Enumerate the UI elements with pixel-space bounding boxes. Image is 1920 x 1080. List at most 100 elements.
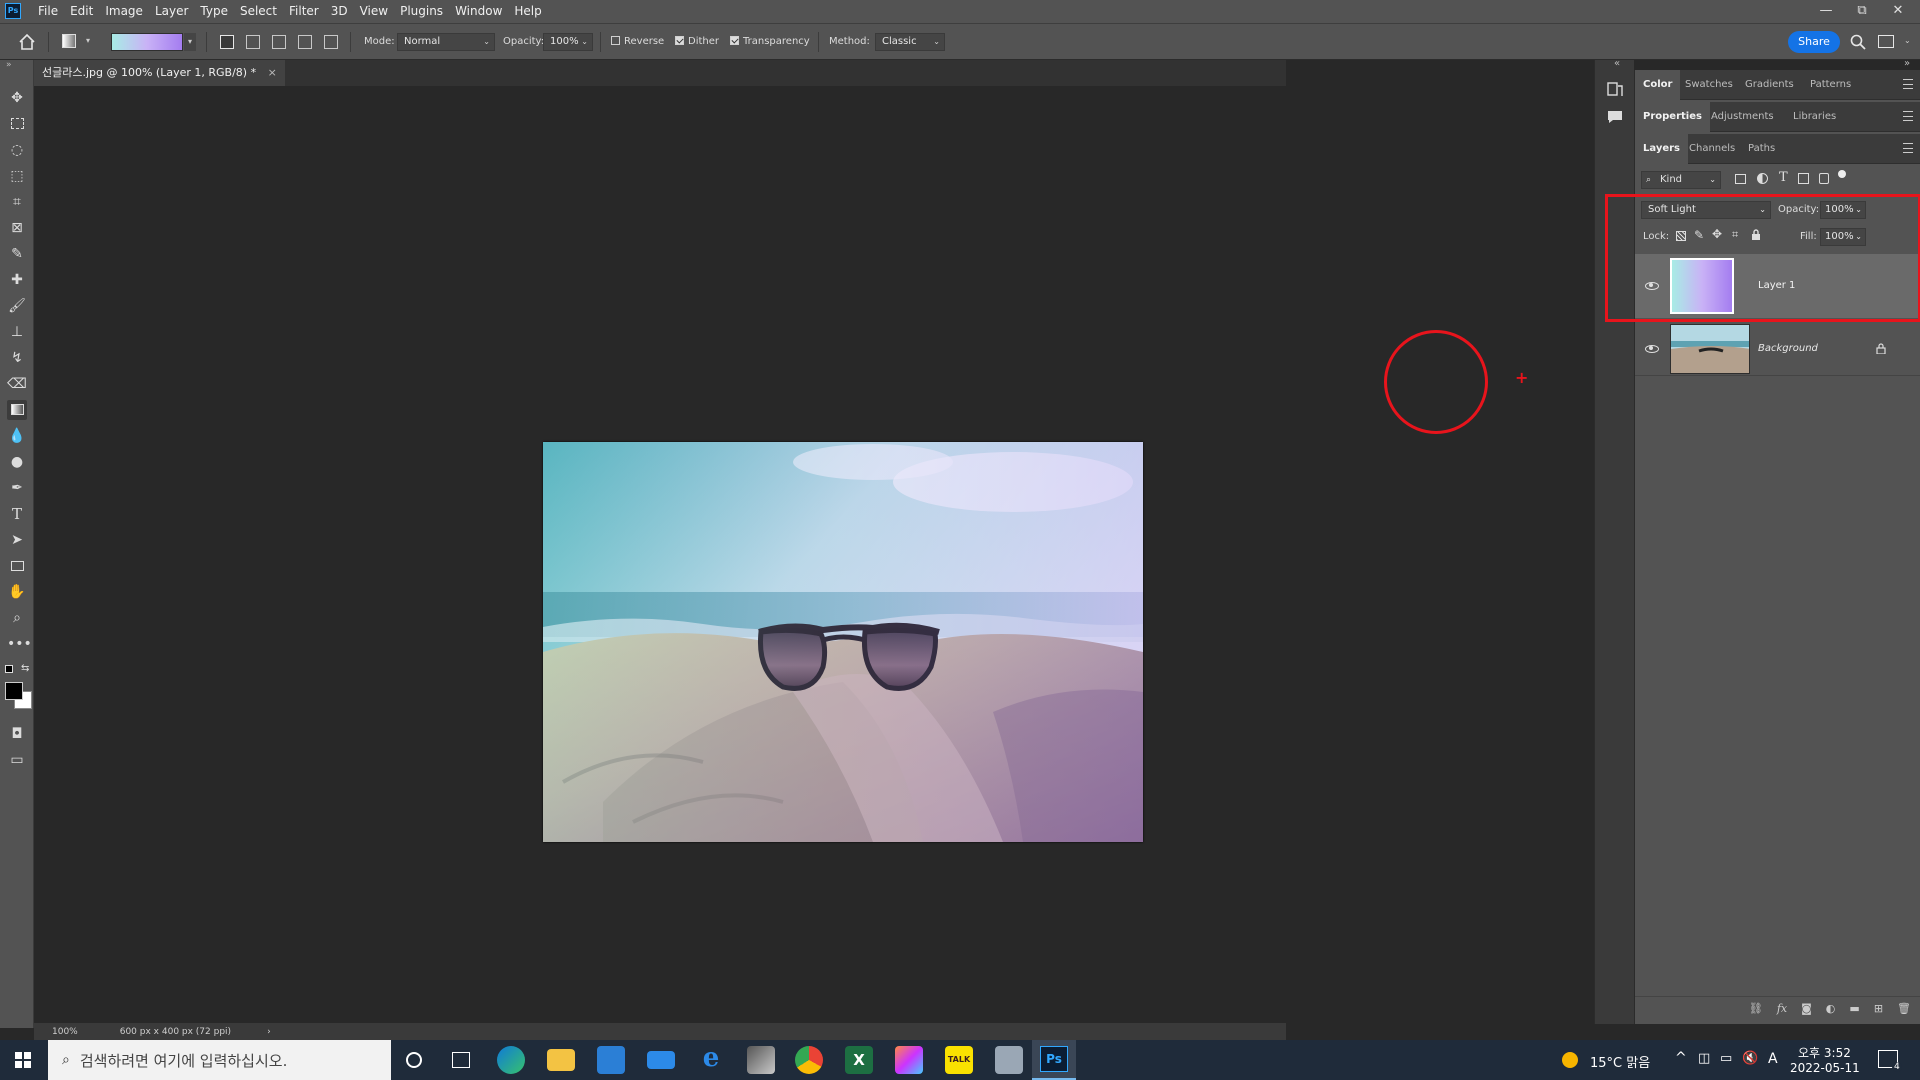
crop-tool-icon[interactable]: ⌗ [7, 192, 27, 212]
app-icon[interactable] [747, 1046, 775, 1074]
kakaotalk-icon[interactable]: TALK [945, 1046, 973, 1074]
eraser-tool-icon[interactable]: ⌫ [7, 374, 27, 394]
new-group-icon[interactable]: ▬ [1849, 1002, 1859, 1015]
linear-gradient-icon[interactable] [220, 35, 234, 49]
panel-menu-icon[interactable] [1903, 111, 1913, 121]
tab-paths[interactable]: Paths [1740, 134, 1783, 164]
tab-properties[interactable]: Properties [1635, 102, 1710, 132]
taskbar-time[interactable]: 오후 3:52 [1798, 1044, 1851, 1061]
marquee-tool-icon[interactable] [7, 114, 27, 134]
radial-gradient-icon[interactable] [246, 35, 260, 49]
photoshop-taskbar-button[interactable]: Ps [1032, 1040, 1076, 1080]
app-icon[interactable] [995, 1046, 1023, 1074]
workspace-icon[interactable] [1878, 35, 1894, 48]
screen-mode-icon[interactable]: ▭ [7, 750, 27, 770]
volume-muted-icon[interactable]: 🔇 [1742, 1051, 1758, 1066]
status-arrow-icon[interactable]: › [267, 1027, 271, 1037]
meeting-icon[interactable]: ◫ [1698, 1051, 1710, 1066]
reflected-gradient-icon[interactable] [298, 35, 312, 49]
new-adjustment-layer-icon[interactable]: ◐ [1826, 1002, 1836, 1015]
file-explorer-icon[interactable] [547, 1049, 575, 1071]
collapse-toolbar-icon[interactable]: » [6, 60, 12, 70]
hand-tool-icon[interactable]: ✋ [7, 582, 27, 602]
collapse-panels-icon[interactable]: « [1614, 58, 1620, 69]
menu-select[interactable]: Select [234, 0, 283, 23]
menu-window[interactable]: Window [449, 0, 508, 23]
mode-select[interactable]: Normal ⌄ [397, 33, 495, 51]
type-tool-icon[interactable]: T [7, 504, 27, 524]
visibility-eye-icon[interactable] [1645, 345, 1659, 353]
gradient-tool-icon[interactable] [7, 400, 27, 420]
transparency-checkbox[interactable]: Transparency [730, 35, 810, 47]
app-icon[interactable] [895, 1046, 923, 1074]
close-button[interactable]: ✕ [1880, 0, 1916, 23]
close-tab-icon[interactable]: × [268, 66, 277, 79]
menu-image[interactable]: Image [99, 0, 149, 23]
tab-patterns[interactable]: Patterns [1802, 70, 1859, 100]
swap-colors-icon[interactable]: ⇆ [21, 663, 29, 674]
edge-icon[interactable] [497, 1046, 525, 1074]
method-select[interactable]: Classic ⌄ [875, 33, 945, 51]
taskbar-search-box[interactable]: ⌕ 검색하려면 여기에 입력하십시오. [48, 1040, 391, 1080]
rectangle-tool-icon[interactable] [7, 556, 27, 576]
excel-icon[interactable]: X [845, 1046, 873, 1074]
menu-type[interactable]: Type [194, 0, 234, 23]
dither-checkbox[interactable]: Dither [675, 35, 719, 47]
delete-layer-icon[interactable]: 🗑 [1897, 1002, 1911, 1015]
tab-adjustments[interactable]: Adjustments [1703, 102, 1782, 132]
type-layer-filter-icon[interactable]: T [1779, 170, 1788, 185]
gradient-picker-chevron-icon[interactable]: ▾ [184, 33, 196, 51]
chevron-up-icon[interactable]: ^ [1675, 1050, 1687, 1066]
history-icon[interactable] [1606, 80, 1624, 98]
history-brush-tool-icon[interactable]: ↯ [7, 348, 27, 368]
layer-name[interactable]: Background [1758, 343, 1818, 354]
tab-gradients[interactable]: Gradients [1737, 70, 1802, 100]
brush-tool-icon[interactable]: 🖌 [7, 296, 27, 316]
reverse-checkbox[interactable]: Reverse [611, 35, 664, 47]
menu-edit[interactable]: Edit [64, 0, 99, 23]
comments-icon[interactable] [1606, 108, 1624, 126]
new-layer-icon[interactable]: ⊞ [1874, 1002, 1883, 1015]
diamond-gradient-icon[interactable] [324, 35, 338, 49]
menu-3d[interactable]: 3D [325, 0, 354, 23]
windows-start-icon[interactable] [15, 1052, 31, 1068]
opacity-field[interactable]: 100% ⌄ [543, 33, 593, 51]
zoom-tool-icon[interactable]: ⌕ [7, 608, 27, 628]
smart-object-filter-icon[interactable] [1819, 173, 1829, 184]
network-icon[interactable]: ▭ [1720, 1051, 1732, 1066]
tab-color[interactable]: Color [1635, 70, 1681, 100]
adjustment-layer-filter-icon[interactable] [1757, 173, 1768, 184]
add-mask-icon[interactable]: ◙ [1801, 1002, 1812, 1015]
weather-text[interactable]: 15°C 맑음 [1590, 1052, 1650, 1071]
tab-channels[interactable]: Channels [1681, 134, 1743, 164]
search-icon[interactable] [1850, 34, 1866, 50]
object-selection-tool-icon[interactable]: ⬚ [7, 166, 27, 186]
shape-layer-filter-icon[interactable] [1798, 173, 1809, 184]
lasso-tool-icon[interactable]: ◌ [7, 140, 27, 160]
menu-file[interactable]: File [32, 0, 64, 23]
tab-swatches[interactable]: Swatches [1677, 70, 1741, 100]
canvas-area[interactable]: + [34, 86, 1528, 1028]
blur-tool-icon[interactable]: 💧 [7, 426, 27, 446]
more-tools-icon[interactable]: ••• [7, 634, 32, 654]
pixel-layer-filter-icon[interactable] [1735, 174, 1746, 184]
home-icon[interactable] [18, 33, 36, 51]
clone-stamp-tool-icon[interactable]: ⊥ [7, 322, 27, 342]
internet-explorer-icon[interactable]: e [697, 1044, 725, 1072]
weather-sun-icon[interactable] [1562, 1052, 1578, 1068]
link-layers-icon[interactable]: ⛓ [1749, 1002, 1763, 1015]
tab-libraries[interactable]: Libraries [1785, 102, 1844, 132]
chevron-down-icon[interactable]: ▾ [86, 36, 90, 45]
expand-panels-icon[interactable]: » [1904, 58, 1910, 69]
zoom-level[interactable]: 100% [52, 1027, 78, 1037]
menu-plugins[interactable]: Plugins [394, 0, 449, 23]
path-selection-tool-icon[interactable]: ➤ [7, 530, 27, 550]
restore-button[interactable]: ⧉ [1844, 0, 1880, 23]
default-colors-icon[interactable] [5, 665, 13, 673]
cortana-icon[interactable] [406, 1052, 422, 1068]
menu-filter[interactable]: Filter [283, 0, 325, 23]
move-tool-icon[interactable]: ✥ [7, 88, 27, 108]
microsoft-store-icon[interactable] [597, 1046, 625, 1074]
pen-tool-icon[interactable]: ✒ [7, 478, 27, 498]
foreground-color-swatch[interactable] [5, 682, 23, 700]
